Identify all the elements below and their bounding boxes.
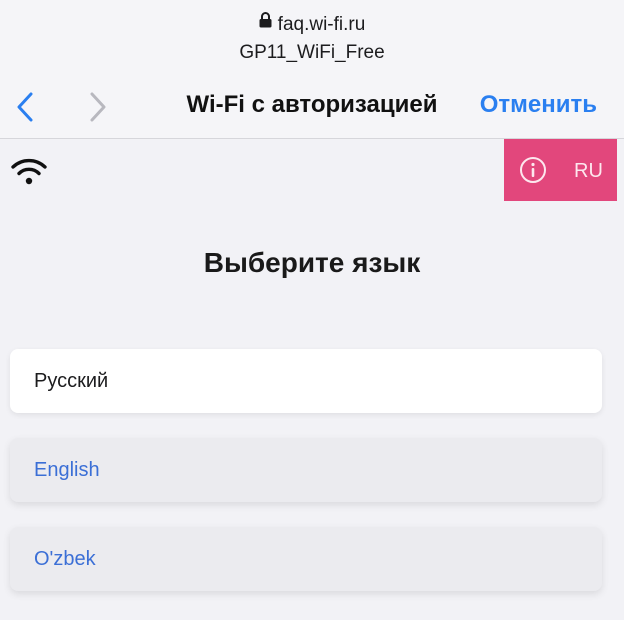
back-chevron-icon: [17, 92, 33, 122]
back-button[interactable]: [13, 90, 43, 124]
language-option-english[interactable]: English: [10, 438, 602, 502]
info-icon[interactable]: [519, 156, 547, 184]
url-bar[interactable]: faq.wi-fi.ru: [0, 12, 624, 36]
page-title: Wi-Fi с авторизацией: [186, 91, 438, 118]
forward-chevron-icon: [90, 92, 106, 122]
browser-header: faq.wi-fi.ru GP11_WiFi_Free Wi-Fi с авто…: [0, 0, 624, 139]
main-content: RU Выберите язык Русский English O'zbek: [0, 139, 624, 620]
lock-icon: [259, 12, 272, 34]
url-text: faq.wi-fi.ru: [277, 14, 366, 36]
language-code: RU: [574, 160, 603, 182]
network-name: GP11_WiFi_Free: [239, 42, 385, 63]
wifi-icon: [10, 156, 48, 186]
language-option-russian[interactable]: Русский: [10, 349, 602, 413]
language-switch-button[interactable]: RU: [504, 139, 617, 201]
language-heading: Выберите язык: [203, 247, 421, 278]
forward-button[interactable]: [84, 90, 114, 124]
cancel-button[interactable]: Отменить: [480, 91, 597, 119]
language-option-uzbek[interactable]: O'zbek: [10, 527, 602, 591]
